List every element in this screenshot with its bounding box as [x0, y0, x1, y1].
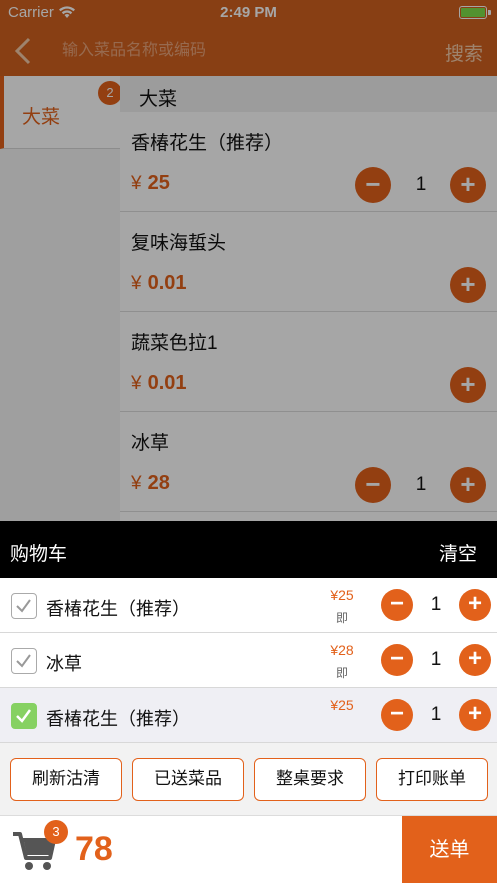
print-bill-button[interactable]: 打印账单 [376, 758, 488, 801]
cart-item-tag: 即 [335, 611, 348, 625]
increase-button[interactable]: + [459, 589, 491, 621]
cart-item-price: ¥25 [330, 587, 354, 603]
check-icon [16, 654, 31, 668]
sent-dishes-button[interactable]: 已送菜品 [132, 758, 244, 801]
action-bar: 刷新沽清 已送菜品 整桌要求 打印账单 [0, 743, 497, 815]
check-icon [16, 599, 31, 613]
cart-item-name: 冰草 [46, 654, 82, 674]
cart-item-quantity: 1 [430, 704, 442, 725]
submit-order-button[interactable]: 送单 [402, 816, 497, 883]
item-checkbox[interactable] [11, 703, 37, 729]
bottom-bar: 3 78 送单 [0, 815, 497, 883]
refresh-soldout-button[interactable]: 刷新沽清 [10, 758, 122, 801]
decrease-button[interactable]: − [381, 699, 413, 731]
decrease-button[interactable]: − [381, 589, 413, 621]
cart-item: 香椿花生（推荐） ¥25 − 1 + [0, 688, 497, 743]
cart-item-quantity: 1 [430, 649, 442, 670]
cart-count-badge: 3 [44, 820, 68, 844]
cart-item-name: 香椿花生（推荐） [46, 599, 190, 619]
cart-title: 购物车 [10, 544, 68, 565]
cart-item-price: ¥28 [330, 642, 354, 658]
cart-header: 购物车 清空 [0, 521, 497, 578]
item-checkbox[interactable] [11, 593, 37, 619]
cart-item-name: 香椿花生（推荐） [46, 709, 190, 729]
table-requests-button[interactable]: 整桌要求 [254, 758, 366, 801]
cart-item-price: ¥25 [330, 697, 354, 713]
item-checkbox[interactable] [11, 648, 37, 674]
cart-item-tag: 即 [335, 666, 348, 680]
increase-button[interactable]: + [459, 699, 491, 731]
modal-overlay[interactable] [0, 0, 497, 521]
cart-item-quantity: 1 [430, 594, 442, 615]
total-amount: 78 [75, 830, 113, 868]
cart-item: 香椿花生（推荐） ¥25 即 − 1 + [0, 578, 497, 633]
increase-button[interactable]: + [459, 644, 491, 676]
cart-item: 冰草 ¥28 即 − 1 + [0, 633, 497, 688]
decrease-button[interactable]: − [381, 644, 413, 676]
check-icon [16, 709, 32, 723]
clear-cart-button[interactable]: 清空 [439, 539, 477, 566]
